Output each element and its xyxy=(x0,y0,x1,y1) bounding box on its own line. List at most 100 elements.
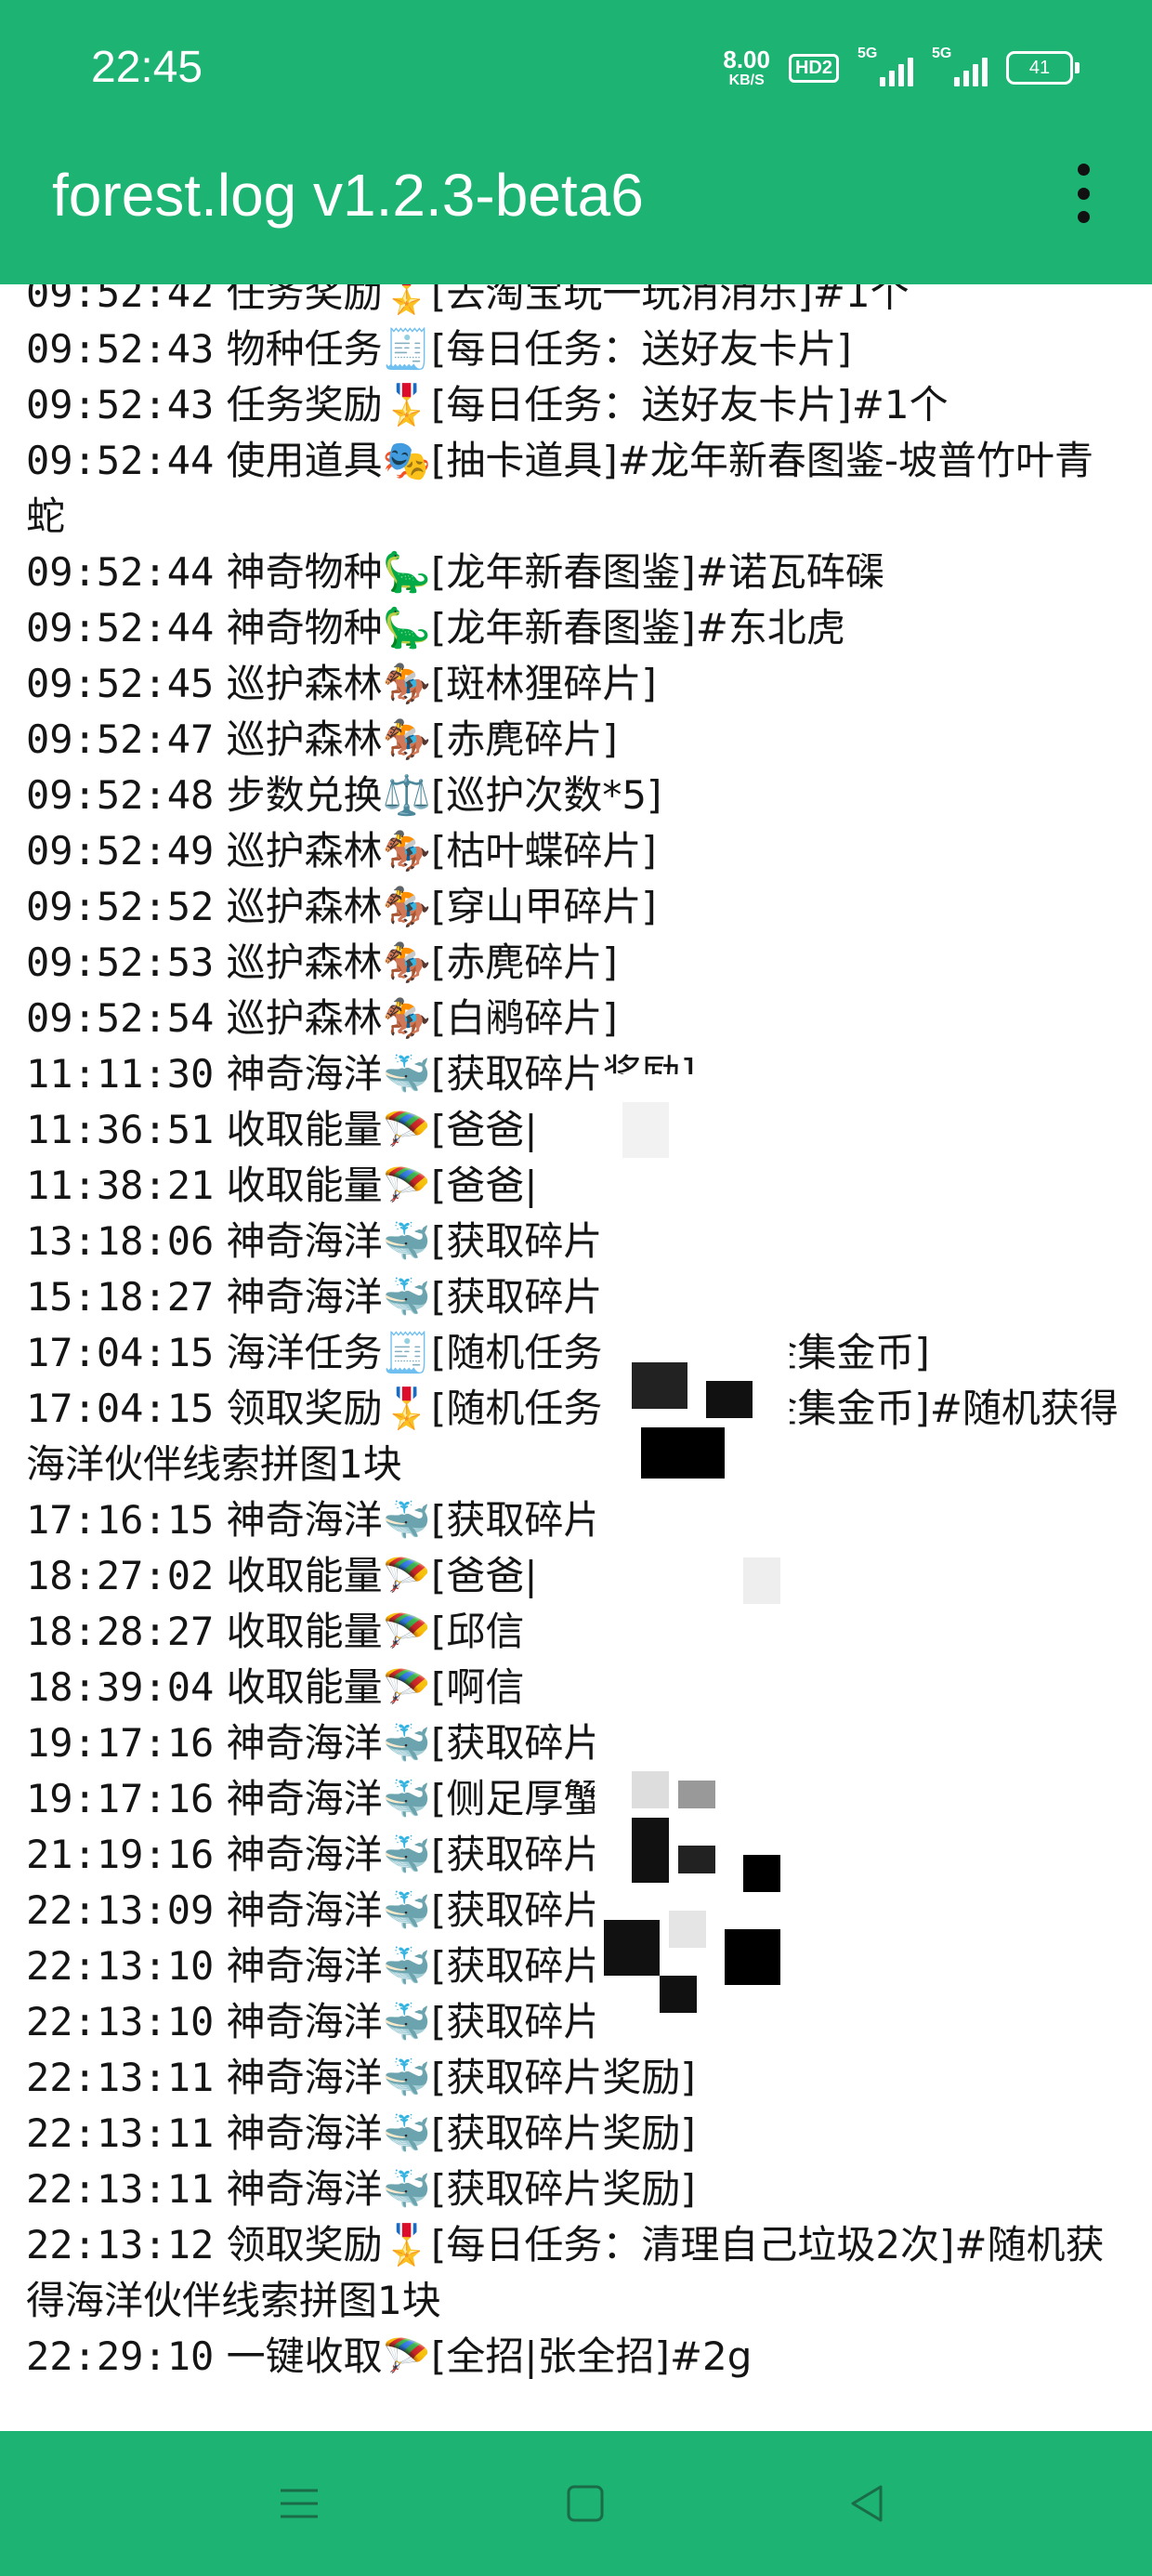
more-vert-icon[interactable] xyxy=(1067,164,1100,223)
log-message: 任务奖励🎖️[每日任务：送好友卡片]#1个 xyxy=(214,382,949,427)
log-message: 神奇海洋🐳[获取碎片奖励] xyxy=(214,1943,696,1989)
status-icons: 8.00 KB/S HD2 5G 5G 41 xyxy=(723,43,1080,93)
log-timestamp: 09:52:44 xyxy=(26,438,215,483)
log-entry: 09:52:44 使用道具🎭[抽卡道具]#龙年新春图鉴-坡普竹叶青蛇 xyxy=(26,433,1126,545)
log-entry: 09:52:48 步数兑换⚖️[巡护次数*5] xyxy=(26,768,1126,823)
log-timestamp: 09:52:43 xyxy=(26,382,215,427)
log-message: 神奇海洋🐳[获取碎片奖励] xyxy=(214,1274,696,1320)
log-timestamp: 09:52:49 xyxy=(26,828,215,874)
log-message: 巡护森林🏇[穿山甲碎片] xyxy=(214,884,657,929)
recent-apps-icon[interactable] xyxy=(271,2476,327,2531)
log-timestamp: 17:16:15 xyxy=(26,1497,215,1543)
log-view[interactable]: 09:52:42 任务奖励🎖️[去淘宝玩一玩消消乐]#1个 09:52:43 物种… xyxy=(0,284,1152,2431)
home-icon[interactable] xyxy=(557,2476,613,2531)
log-entry: 09:52:43 任务奖励🎖️[每日任务：送好友卡片]#1个 xyxy=(26,377,1126,433)
log-timestamp: 09:52:44 xyxy=(26,549,215,595)
log-entry: 09:52:52 巡护森林🏇[穿山甲碎片] xyxy=(26,879,1126,935)
log-message: 收取能量🪂[邱信 ]#2g xyxy=(214,1609,746,1654)
network-speed-value: 8.00 xyxy=(723,46,770,73)
log-timestamp: 22:29:10 xyxy=(26,2333,215,2379)
log-entry: 09:52:44 神奇物种🦕[龙年新春图鉴]#东北虎 xyxy=(26,600,1126,656)
back-icon[interactable] xyxy=(840,2476,896,2531)
log-message: 神奇海洋🐳[获取碎片奖励] xyxy=(214,1832,696,1877)
log-message: 神奇海洋🐳[获取碎片奖励] xyxy=(214,1887,696,1933)
signal-icon-sim2: 5G xyxy=(932,46,988,86)
log-entry: 09:52:53 巡护森林🏇[赤麂碎片] xyxy=(26,935,1126,991)
log-entry: 22:13:11 神奇海洋🐳[获取碎片奖励] xyxy=(26,2050,1126,2106)
log-timestamp: 18:39:04 xyxy=(26,1664,215,1710)
log-timestamp: 18:27:02 xyxy=(26,1553,215,1598)
log-entry: 09:52:49 巡护森林🏇[枯叶蝶碎片] xyxy=(26,823,1126,879)
log-entry: 11:11:30 神奇海洋🐳[获取碎片奖励] xyxy=(26,1046,1126,1102)
log-timestamp: 19:17:16 xyxy=(26,1720,215,1766)
log-entry: 09:52:54 巡护森林🏇[白鹇碎片] xyxy=(26,991,1126,1046)
log-message: 神奇海洋🐳[获取碎片奖励] xyxy=(214,2055,696,2100)
log-message: 任务奖励🎖️[去淘宝玩一玩消消乐]#1个 xyxy=(214,284,910,316)
top-bar: 22:45 8.00 KB/S HD2 5G 5G 41 forest.log … xyxy=(0,0,1152,284)
log-message: 物种任务🧾[每日任务：送好友卡片] xyxy=(214,326,852,372)
log-message: 神奇海洋🐳[获取碎片奖励] xyxy=(214,1720,696,1766)
log-entry: 19:17:16 神奇海洋🐳[获取碎片奖励] xyxy=(26,1715,1126,1771)
log-message: 步数兑换⚖️[巡护次数*5] xyxy=(214,772,662,818)
log-message: 收取能量🪂[爸爸| ]#5g xyxy=(214,1163,747,1208)
hd-voice-icon: HD2 xyxy=(788,53,839,83)
log-timestamp: 15:18:27 xyxy=(26,1274,215,1320)
log-message: 海洋任务🧾[随机任务：去消费金集金币] xyxy=(214,1330,930,1375)
log-timestamp: 09:52:54 xyxy=(26,995,215,1041)
log-message: 一键收取🪂[全招|张全招]#2g xyxy=(214,2333,753,2379)
log-message: 巡护森林🏇[斑林狸碎片] xyxy=(214,661,657,706)
log-entry: 09:52:47 巡护森林🏇[赤麂碎片] xyxy=(26,712,1126,768)
log-entry: 13:18:06 神奇海洋🐳[获取碎片奖励] xyxy=(26,1214,1126,1269)
log-timestamp: 09:52:45 xyxy=(26,661,215,706)
log-timestamp: 09:52:52 xyxy=(26,884,215,929)
battery-icon: 41 xyxy=(1006,51,1080,85)
log-timestamp: 22:13:10 xyxy=(26,1999,215,2044)
log-message: 神奇海洋🐳[获取碎片奖励] xyxy=(214,1218,696,1264)
log-timestamp: 11:36:51 xyxy=(26,1107,215,1152)
log-entry: 09:52:42 任务奖励🎖️[去淘宝玩一玩消消乐]#1个 xyxy=(26,284,1126,322)
log-message: 收取能量🪂[啊信 ]#4g xyxy=(214,1664,746,1710)
log-message: 神奇物种🦕[龙年新春图鉴]#东北虎 xyxy=(214,605,845,651)
log-entry: 22:13:09 神奇海洋🐳[获取碎片奖励] xyxy=(26,1883,1126,1939)
log-timestamp: 22:13:09 xyxy=(26,1887,215,1933)
log-timestamp: 22:13:12 xyxy=(26,2222,215,2267)
log-entry: 18:27:02 收取能量🪂[爸爸| ]#5g xyxy=(26,1548,1126,1604)
network-speed-unit: KB/S xyxy=(728,72,765,88)
log-timestamp: 09:52:48 xyxy=(26,772,215,818)
log-timestamp: 22:13:11 xyxy=(26,2055,215,2100)
log-timestamp: 09:52:44 xyxy=(26,605,215,651)
log-timestamp: 09:52:42 xyxy=(26,284,215,316)
signal-icon: 5G xyxy=(857,46,913,86)
log-entry: 22:13:10 神奇海洋🐳[获取碎片奖励] xyxy=(26,1994,1126,2050)
log-entry: 22:13:10 神奇海洋🐳[获取碎片奖励] xyxy=(26,1939,1126,1994)
log-entry: 22:13:12 领取奖励🎖️[每日任务：清理自己垃圾2次]#随机获得海洋伙伴线… xyxy=(26,2217,1126,2329)
log-message: 收取能量🪂[爸爸| ]#5g xyxy=(214,1553,747,1598)
log-timestamp: 09:52:53 xyxy=(26,940,215,985)
log-timestamp: 09:52:43 xyxy=(26,326,215,372)
log-entry: 11:36:51 收取能量🪂[爸爸| ]#5g xyxy=(26,1102,1126,1158)
log-entry: 09:52:45 巡护森林🏇[斑林狸碎片] xyxy=(26,656,1126,712)
status-time: 22:45 xyxy=(91,43,203,92)
log-timestamp: 17:04:15 xyxy=(26,1386,215,1431)
log-message: 神奇海洋🐳[获取碎片奖励] xyxy=(214,2110,696,2156)
log-entry: 11:38:21 收取能量🪂[爸爸| ]#5g xyxy=(26,1158,1126,1214)
log-entry: 18:39:04 收取能量🪂[啊信 ]#4g xyxy=(26,1660,1126,1715)
log-timestamp: 13:18:06 xyxy=(26,1218,215,1264)
log-timestamp: 22:13:11 xyxy=(26,2110,215,2156)
log-entry: 22:29:10 一键收取🪂[全招|张全招]#2g xyxy=(26,2329,1126,2385)
log-entry: 17:04:15 领取奖励🎖️[随机任务：去消费金集金币]#随机获得海洋伙伴线索… xyxy=(26,1381,1126,1492)
log-message: 神奇物种🦕[龙年新春图鉴]#诺瓦砗磲 xyxy=(214,549,884,595)
log-message: 巡护森林🏇[赤麂碎片] xyxy=(214,716,618,762)
log-timestamp: 11:11:30 xyxy=(26,1051,215,1097)
screen: 22:45 8.00 KB/S HD2 5G 5G 41 forest.log … xyxy=(0,0,1152,2576)
log-timestamp: 11:38:21 xyxy=(26,1163,215,1208)
app-title: forest.log v1.2.3-beta6 xyxy=(52,162,644,229)
log-timestamp: 22:13:10 xyxy=(26,1943,215,1989)
log-list: 09:52:42 任务奖励🎖️[去淘宝玩一玩消消乐]#1个 09:52:43 物种… xyxy=(26,284,1126,2385)
log-message: 神奇海洋🐳[侧足厚蟹]合成成功 xyxy=(214,1776,774,1821)
network-type-label: 5G xyxy=(857,46,878,61)
log-timestamp: 19:17:16 xyxy=(26,1776,215,1821)
log-entry: 17:04:15 海洋任务🧾[随机任务：去消费金集金币] xyxy=(26,1325,1126,1381)
log-entry: 17:16:15 神奇海洋🐳[获取碎片奖励] xyxy=(26,1492,1126,1548)
log-entry: 18:28:27 收取能量🪂[邱信 ]#2g xyxy=(26,1604,1126,1660)
